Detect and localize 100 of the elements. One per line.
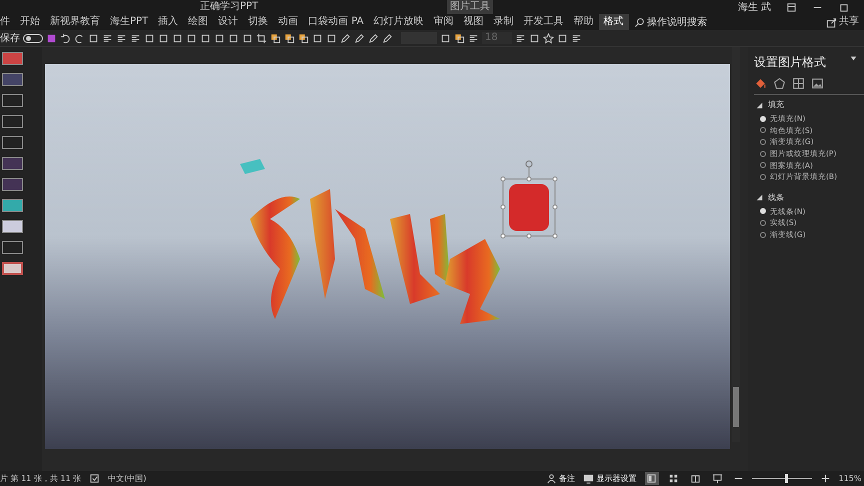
zoom-slider-thumb[interactable] [784, 474, 788, 483]
crop-icon[interactable] [256, 32, 267, 44]
radio-button[interactable] [760, 138, 766, 145]
selection-frame[interactable] [500, 160, 558, 238]
square-icon[interactable] [326, 32, 337, 44]
ribbon-tab[interactable]: 新视界教育 [45, 14, 105, 30]
slide-thumbnail[interactable] [2, 178, 23, 191]
pen-icon[interactable] [340, 32, 351, 44]
layers-icon[interactable] [298, 32, 309, 44]
square-icon[interactable] [186, 32, 197, 44]
expanded-caret-icon[interactable] [754, 192, 765, 204]
slide-thumbnail[interactable] [2, 115, 23, 128]
display-settings-button[interactable]: 显示器设置 [583, 472, 637, 484]
ribbon-tab[interactable]: 插入 [153, 14, 184, 30]
square-icon[interactable] [242, 32, 253, 44]
layers-icon[interactable] [454, 32, 465, 44]
ribbon-tab[interactable]: 幻灯片放映 [368, 14, 429, 30]
align-icon[interactable] [102, 32, 113, 44]
ribbon-tab[interactable]: 格式 [598, 14, 629, 30]
radio-button[interactable] [760, 162, 766, 168]
search-icon [634, 16, 645, 28]
layers-icon[interactable] [270, 32, 281, 44]
slide-thumbnail[interactable] [2, 220, 23, 233]
redo-icon[interactable] [74, 32, 85, 44]
square-icon[interactable] [172, 32, 183, 44]
slide-thumbnail[interactable] [2, 199, 23, 212]
pane-title: 设置图片格式 [754, 54, 826, 71]
presentation-icon[interactable] [710, 472, 725, 485]
radio-button[interactable] [760, 232, 766, 238]
square-icon[interactable] [144, 32, 155, 44]
section-title[interactable]: 线条 [768, 192, 784, 204]
spellcheck-icon[interactable] [89, 473, 100, 484]
vertical-scrollbar[interactable] [732, 47, 740, 442]
radio-button[interactable] [760, 220, 766, 226]
slide-thumbnail[interactable] [2, 262, 23, 275]
monitor-icon [583, 473, 594, 484]
share-button[interactable]: 共享 [820, 14, 864, 30]
pen-icon[interactable] [368, 32, 379, 44]
square-icon[interactable] [158, 32, 169, 44]
square-icon[interactable] [529, 32, 540, 44]
zoom-percentage[interactable]: 115% [838, 472, 864, 484]
paint-bucket-icon[interactable] [754, 77, 767, 90]
ribbon-tab[interactable]: 口袋动画 PA [303, 14, 369, 30]
align-icon[interactable] [515, 32, 526, 44]
ribbon-tab[interactable]: 海生PPT [105, 14, 154, 30]
square-icon[interactable] [312, 32, 323, 44]
grid-icon[interactable] [792, 77, 805, 90]
square-icon[interactable] [228, 32, 239, 44]
ribbon-tab[interactable]: 开发工具 [518, 14, 569, 30]
align-icon[interactable] [130, 32, 141, 44]
slide-thumbnail[interactable] [2, 94, 23, 107]
square-icon[interactable] [200, 32, 211, 44]
context-tab-label: 图片工具 [447, 0, 493, 14]
undo-icon[interactable] [60, 32, 71, 44]
slide-thumbnail[interactable] [2, 136, 23, 149]
ribbon-tab[interactable]: 切换 [243, 14, 274, 30]
pen-icon[interactable] [382, 32, 393, 44]
ribbon-tab[interactable]: 设计 [213, 14, 244, 30]
square-icon[interactable] [440, 32, 451, 44]
search-field[interactable]: 操作说明搜索 [634, 14, 708, 30]
image-icon[interactable] [811, 77, 824, 90]
align-icon[interactable] [571, 32, 582, 44]
user-name[interactable]: 海生 武 [738, 0, 771, 14]
slide-counter: 片 第 11 张，共 11 张 [0, 472, 82, 484]
autosave-label: 保存 [0, 32, 20, 46]
align-icon[interactable] [116, 32, 127, 44]
ribbon-tab[interactable]: 件 [0, 14, 15, 30]
square-icon[interactable] [214, 32, 225, 44]
radio-button[interactable] [760, 150, 766, 157]
radio-button[interactable] [760, 127, 766, 134]
ribbon-tab[interactable]: 帮助 [568, 14, 599, 30]
star-icon[interactable] [543, 32, 554, 44]
section-title[interactable]: 填充 [768, 99, 784, 111]
square-icon[interactable] [88, 32, 99, 44]
ribbon-tab[interactable]: 视图 [458, 14, 489, 30]
ribbon-tab[interactable]: 绘图 [183, 14, 214, 30]
ribbon-tab[interactable]: 开始 [15, 14, 45, 30]
align-icon[interactable] [468, 32, 479, 44]
pen-icon[interactable] [354, 32, 365, 44]
ribbon-tab[interactable]: 动画 [273, 14, 304, 30]
restore-icon[interactable] [838, 2, 849, 12]
slide-thumbnail[interactable] [2, 52, 23, 65]
person-icon [546, 473, 557, 484]
pentagon-icon[interactable] [773, 77, 786, 90]
autosave-toggle[interactable] [23, 34, 43, 42]
slide-thumbnail[interactable] [2, 73, 23, 86]
zoom-in-icon[interactable] [820, 473, 831, 484]
layers-icon[interactable] [284, 32, 295, 44]
normal-view-icon[interactable] [644, 472, 659, 485]
ribbon-tab[interactable]: 审阅 [428, 14, 459, 30]
language-label[interactable]: 中文(中国) [108, 472, 146, 484]
notes-button[interactable]: 备注 [546, 472, 576, 484]
slide-thumbnail[interactable] [2, 157, 23, 170]
share-icon [826, 16, 836, 28]
ribbon-display-icon[interactable] [786, 2, 797, 12]
save-icon[interactable] [46, 32, 57, 44]
ribbon-tab[interactable]: 录制 [488, 14, 519, 30]
slide-thumbnail[interactable] [2, 241, 23, 254]
radio-button[interactable] [760, 174, 766, 180]
square-icon[interactable] [557, 32, 568, 44]
